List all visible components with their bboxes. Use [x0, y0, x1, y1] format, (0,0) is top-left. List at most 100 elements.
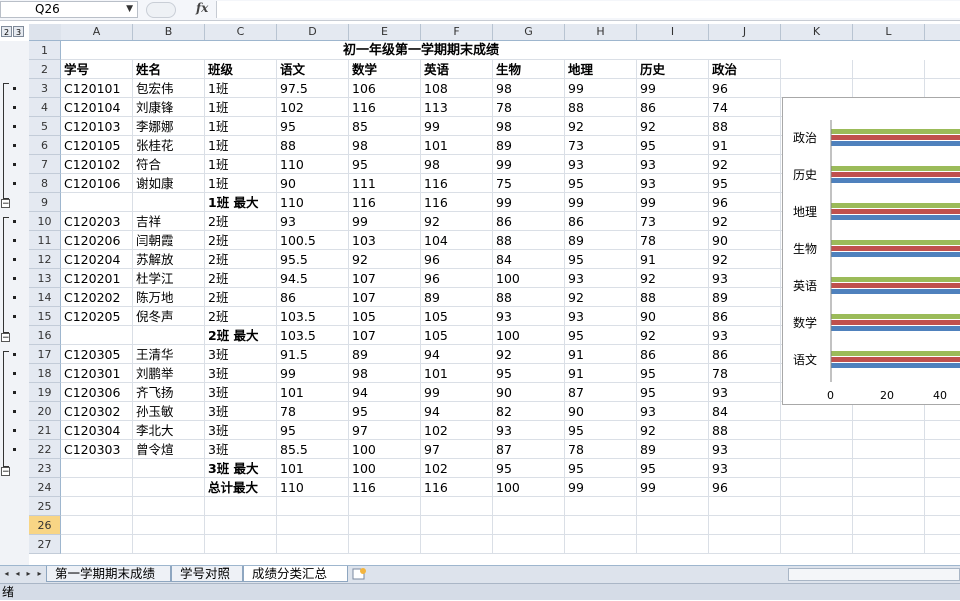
table-cell[interactable] [709, 497, 781, 516]
table-cell[interactable]: 3班 [205, 383, 277, 402]
table-cell[interactable]: 92 [637, 421, 709, 440]
table-cell[interactable]: 100 [493, 326, 565, 345]
table-cell[interactable]: 116 [349, 193, 421, 212]
table-cell[interactable]: 110 [277, 155, 349, 174]
outline-detail-dot[interactable] [13, 106, 16, 109]
table-cell[interactable]: 3班 [205, 364, 277, 383]
table-cell[interactable]: 93 [565, 307, 637, 326]
table-cell[interactable]: 93 [709, 326, 781, 345]
table-cell[interactable]: C120202 [61, 288, 133, 307]
table-cell[interactable]: 100.5 [277, 231, 349, 250]
table-cell[interactable] [709, 516, 781, 535]
collapse-group-class1-button[interactable]: − [1, 199, 10, 209]
table-cell[interactable]: 86 [493, 212, 565, 231]
table-cell[interactable]: 92 [493, 345, 565, 364]
table-cell[interactable] [853, 535, 925, 554]
table-cell[interactable] [277, 497, 349, 516]
table-cell[interactable]: 95 [349, 155, 421, 174]
table-cell[interactable]: 杜学江 [133, 269, 205, 288]
table-cell[interactable] [781, 79, 853, 98]
table-cell[interactable]: 99 [637, 193, 709, 212]
table-cell[interactable]: 98 [349, 364, 421, 383]
table-cell[interactable] [493, 535, 565, 554]
table-cell[interactable]: 100 [349, 459, 421, 478]
table-cell[interactable]: 86 [709, 345, 781, 364]
insert-function-icon[interactable]: fx [196, 1, 208, 15]
table-cell[interactable]: 101 [421, 136, 493, 155]
table-cell[interactable]: 95 [349, 402, 421, 421]
table-cell[interactable] [853, 421, 925, 440]
table-cell[interactable]: 87 [565, 383, 637, 402]
table-cell[interactable] [565, 516, 637, 535]
table-cell[interactable] [565, 535, 637, 554]
column-header-g[interactable]: G [493, 24, 565, 40]
table-cell[interactable]: 95 [565, 250, 637, 269]
table-cell[interactable]: 谢如康 [133, 174, 205, 193]
table-cell[interactable]: 95 [493, 364, 565, 383]
table-cell[interactable]: 100 [493, 269, 565, 288]
table-cell[interactable]: 92 [637, 326, 709, 345]
table-cell[interactable] [205, 535, 277, 554]
table-cell[interactable] [61, 535, 133, 554]
column-header-d[interactable]: D [277, 24, 349, 40]
column-header-f[interactable]: F [421, 24, 493, 40]
table-cell[interactable]: 89 [709, 288, 781, 307]
table-cell[interactable] [925, 421, 960, 440]
table-cell[interactable]: 96 [709, 193, 781, 212]
table-cell[interactable]: 78 [277, 402, 349, 421]
table-cell[interactable]: C120304 [61, 421, 133, 440]
table-cell[interactable]: 86 [565, 212, 637, 231]
table-cell[interactable]: 齐飞扬 [133, 383, 205, 402]
table-cell[interactable] [637, 516, 709, 535]
column-header-c[interactable]: C [205, 24, 277, 40]
table-cell[interactable]: C120206 [61, 231, 133, 250]
table-cell[interactable]: 104 [421, 231, 493, 250]
table-cell[interactable]: 103.5 [277, 326, 349, 345]
table-cell[interactable] [781, 60, 853, 79]
table-cell[interactable]: 陈万地 [133, 288, 205, 307]
table-cell[interactable]: 3班 [205, 345, 277, 364]
table-cell[interactable] [781, 535, 853, 554]
column-header-k[interactable]: K [781, 24, 853, 40]
table-cell[interactable]: 99 [637, 478, 709, 497]
table-cell[interactable]: 95 [637, 364, 709, 383]
table-cell[interactable]: 91 [565, 364, 637, 383]
outline-detail-dot[interactable] [13, 239, 16, 242]
table-cell[interactable]: 苏解放 [133, 250, 205, 269]
row-header[interactable]: 17 [29, 345, 61, 364]
table-cell[interactable]: 2班 [205, 307, 277, 326]
name-box[interactable]: Q26 ▼ [0, 1, 138, 18]
table-cell[interactable]: 英语 [421, 60, 493, 79]
table-cell[interactable]: 1班 [205, 117, 277, 136]
table-cell[interactable]: 86 [637, 345, 709, 364]
table-cell[interactable] [61, 478, 133, 497]
table-cell[interactable] [853, 60, 925, 79]
table-cell[interactable]: 100 [493, 478, 565, 497]
row-header[interactable]: 18 [29, 364, 61, 383]
table-cell[interactable]: 生物 [493, 60, 565, 79]
table-cell[interactable]: 116 [349, 478, 421, 497]
table-cell[interactable]: 116 [421, 478, 493, 497]
table-cell[interactable]: 2班 最大 [205, 326, 277, 345]
table-cell[interactable]: C120303 [61, 440, 133, 459]
table-cell[interactable]: 91 [709, 136, 781, 155]
table-cell[interactable]: 91 [565, 345, 637, 364]
outline-detail-dot[interactable] [13, 125, 16, 128]
table-cell[interactable]: 1班 [205, 136, 277, 155]
table-cell[interactable]: 107 [349, 269, 421, 288]
table-cell[interactable]: C120101 [61, 79, 133, 98]
table-cell[interactable]: 99 [277, 364, 349, 383]
table-cell[interactable]: 92 [709, 155, 781, 174]
table-cell[interactable] [853, 497, 925, 516]
table-cell[interactable]: 刘鹏举 [133, 364, 205, 383]
table-cell[interactable]: 倪冬声 [133, 307, 205, 326]
row-header[interactable]: 22 [29, 440, 61, 459]
table-cell[interactable] [781, 421, 853, 440]
table-cell[interactable]: 93 [637, 402, 709, 421]
table-cell[interactable]: 102 [421, 421, 493, 440]
table-cell[interactable]: 2班 [205, 231, 277, 250]
table-cell[interactable] [637, 497, 709, 516]
row-header[interactable]: 14 [29, 288, 61, 307]
table-cell[interactable] [781, 478, 853, 497]
table-cell[interactable]: 116 [421, 174, 493, 193]
